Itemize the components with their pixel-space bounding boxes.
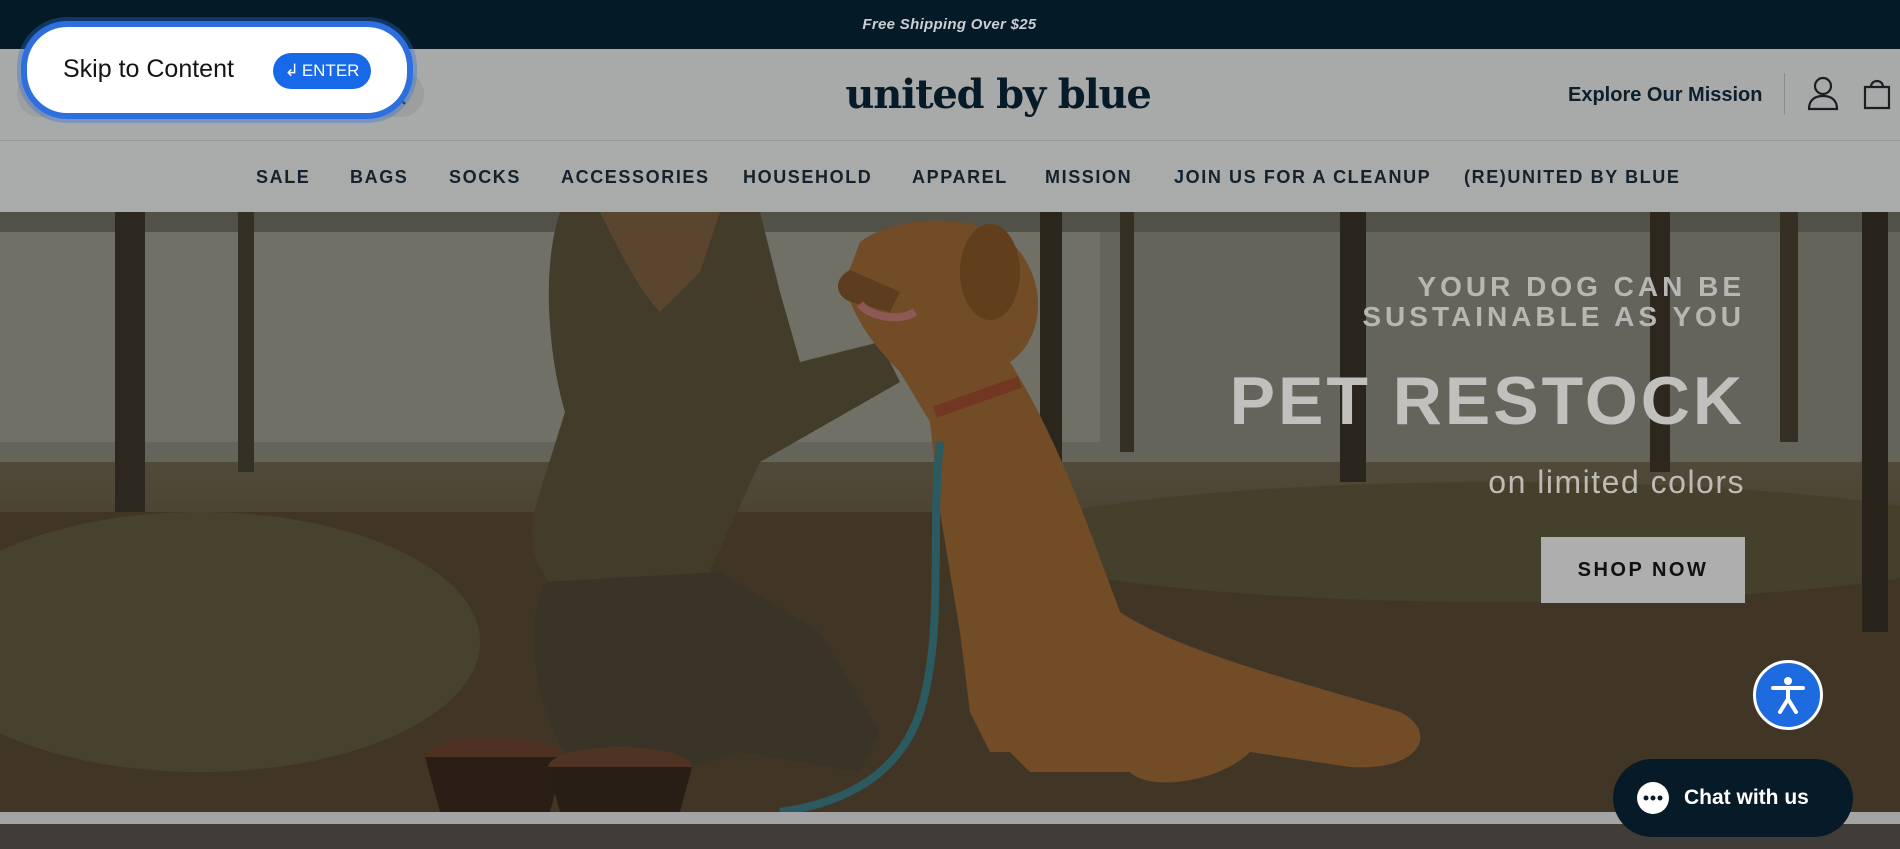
hero-eyebrow-line1: YOUR DOG CAN BE — [1417, 271, 1745, 302]
nav-item-household[interactable]: HOUSEHOLD — [743, 167, 872, 188]
section-divider — [0, 812, 1900, 824]
hero-title: PET RESTOCK — [1229, 363, 1745, 439]
accessibility-button[interactable] — [1753, 660, 1823, 730]
chat-label: Chat with us — [1684, 786, 1809, 809]
account-icon[interactable] — [1806, 75, 1840, 111]
enter-label: ENTER — [301, 61, 360, 80]
nav-item-cleanup[interactable]: JOIN US FOR A CLEANUP — [1174, 167, 1431, 188]
nav-item-accessories[interactable]: ACCESSORIES — [561, 167, 710, 188]
cart-icon[interactable] — [1861, 76, 1893, 110]
nav-item-reunited[interactable]: (RE)UNITED BY BLUE — [1464, 167, 1680, 188]
nav-item-socks[interactable]: SOCKS — [449, 167, 521, 188]
main-nav: SALE BAGS SOCKS ACCESSORIES HOUSEHOLD AP… — [0, 140, 1900, 212]
enter-icon: ↲ — [284, 61, 299, 80]
enter-key-button[interactable]: ↲ ENTER — [273, 53, 371, 89]
header-divider — [1784, 73, 1785, 115]
nav-item-apparel[interactable]: APPAREL — [912, 167, 1008, 188]
hero-banner[interactable]: YOUR DOG CAN BE SUSTAINABLE AS YOU PET R… — [0, 212, 1900, 812]
skip-label: Skip to Content — [63, 55, 234, 83]
nav-item-mission[interactable]: MISSION — [1045, 167, 1132, 188]
shop-now-button[interactable]: SHOP NOW — [1541, 537, 1745, 603]
hero-eyebrow: YOUR DOG CAN BE SUSTAINABLE AS YOU — [1185, 272, 1745, 332]
next-section-preview — [0, 824, 1900, 849]
announcement-text: Free Shipping Over $25 — [862, 16, 1037, 33]
explore-mission-link[interactable]: Explore Our Mission — [1568, 80, 1762, 110]
accessibility-icon — [1771, 677, 1805, 714]
hero-subtitle: on limited colors — [1488, 464, 1745, 500]
hero-eyebrow-line2: SUSTAINABLE AS YOU — [1362, 301, 1745, 332]
chat-bubble-icon — [1637, 782, 1669, 814]
nav-item-bags[interactable]: BAGS — [350, 167, 408, 188]
chat-launcher[interactable]: Chat with us — [1613, 759, 1853, 837]
nav-item-sale[interactable]: SALE — [256, 167, 310, 188]
skip-to-content-link[interactable]: Skip to Content ↲ ENTER — [27, 27, 407, 113]
